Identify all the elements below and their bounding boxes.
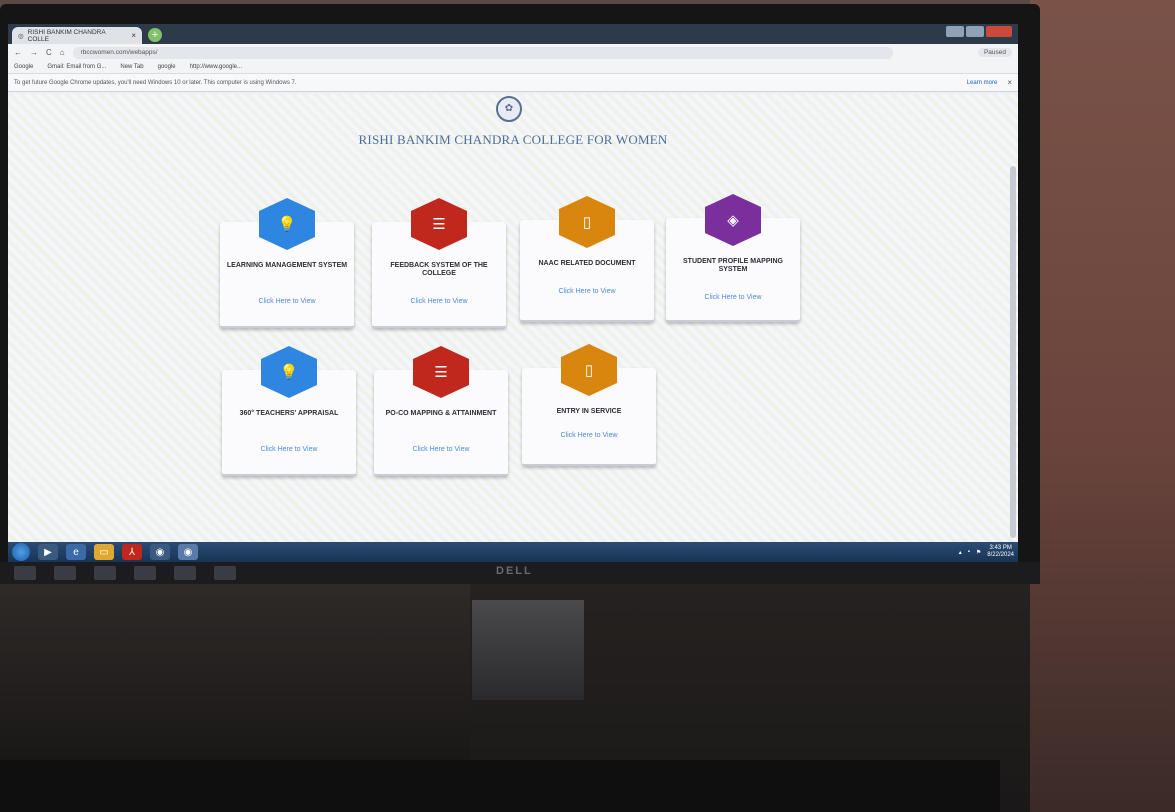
chrome-icon[interactable]: ◉ [150, 544, 170, 560]
chrome-active-icon[interactable]: ◉ [178, 544, 198, 560]
maximize-button[interactable] [966, 26, 984, 37]
sticker [94, 566, 116, 580]
view-link[interactable]: Click Here to View [522, 432, 656, 439]
network-icon[interactable]: ▪ [968, 549, 970, 555]
clock-date: 8/22/2024 [987, 552, 1014, 558]
card-naac-document[interactable]: ▯ NAAC RELATED DOCUMENT Click Here to Vi… [520, 196, 654, 322]
media-player-icon[interactable]: ▶ [38, 544, 58, 560]
card-title: NAAC RELATED DOCUMENT [538, 260, 636, 267]
view-link[interactable]: Click Here to View [520, 288, 654, 295]
address-bar: ← → C ⌂ rbccwomen.com/webapps/ Paused [8, 44, 1018, 61]
card-po-co-mapping[interactable]: ☰ PO-CO MAPPING & ATTAINMENT Click Here … [374, 346, 508, 476]
internet-explorer-icon[interactable]: e [66, 544, 86, 560]
layers-icon: ◈ [705, 194, 761, 246]
card-title: ENTRY IN SERVICE [556, 408, 622, 415]
new-tab-button[interactable]: + [148, 28, 162, 42]
page-title: RISHI BANKIM CHANDRA COLLEGE FOR WOMEN [358, 132, 668, 147]
tablet-icon: ▯ [561, 344, 617, 396]
card-title: 360° TEACHERS' APPRAISAL [239, 410, 339, 417]
monitor-stand [472, 600, 584, 700]
view-link[interactable]: Click Here to View [222, 446, 356, 453]
card-title: PO-CO MAPPING & ATTAINMENT [385, 410, 497, 417]
web-page: ✿ RISHI BANKIM CHANDRA COLLEGE FOR WOMEN… [8, 94, 1018, 542]
monitor: ◎ RISHI BANKIM CHANDRA COLLE × + ← → C ⌂… [0, 4, 1040, 584]
tablet-icon: ▯ [559, 196, 615, 248]
card-teachers-appraisal[interactable]: 💡 360° TEACHERS' APPRAISAL Click Here to… [222, 346, 356, 476]
tray-arrow-icon[interactable]: ▴ [959, 549, 962, 556]
bookmarks-bar: Google Gmail: Email from G... New Tab go… [8, 61, 1018, 74]
infobar-text: To get future Google Chrome updates, you… [14, 79, 297, 86]
database-icon: ☰ [413, 346, 469, 398]
scrollbar[interactable] [1010, 166, 1016, 538]
tab-bar: ◎ RISHI BANKIM CHANDRA COLLE × + [8, 24, 1018, 44]
clock-time: 3:43 PM [989, 545, 1012, 551]
sticker [54, 566, 76, 580]
browser-tab[interactable]: ◎ RISHI BANKIM CHANDRA COLLE × [12, 27, 142, 44]
clock[interactable]: 3:43 PM 8/22/2024 [987, 545, 1014, 559]
bookmark-item[interactable]: google [158, 64, 176, 70]
infobar-close-icon[interactable]: × [1007, 78, 1012, 87]
bookmark-item[interactable]: http://www.google... [190, 64, 242, 70]
bookmark-item[interactable]: Gmail: Email from G... [47, 64, 106, 70]
background-wall [1030, 0, 1175, 812]
card-feedback-system[interactable]: ☰ FEEDBACK SYSTEM OF THE COLLEGE Click H… [372, 198, 506, 328]
view-link[interactable]: Click Here to View [374, 446, 508, 453]
tab-title: RISHI BANKIM CHANDRA COLLE [27, 28, 106, 43]
college-logo: ✿ [496, 96, 522, 122]
sticker [134, 566, 156, 580]
card-title: FEEDBACK SYSTEM OF THE COLLEGE [390, 262, 488, 277]
window-controls [946, 26, 1012, 37]
view-link[interactable]: Click Here to View [220, 298, 354, 305]
home-icon[interactable]: ⌂ [60, 48, 65, 57]
bookmark-item[interactable]: New Tab [120, 64, 143, 70]
lightbulb-icon: 💡 [259, 198, 315, 250]
bookmark-item[interactable]: Google [14, 64, 33, 70]
monitor-stickers [14, 566, 236, 580]
flag-icon[interactable]: ⚑ [976, 549, 981, 556]
taskbar: ▶ e ▭ ⅄ ◉ ◉ ▴ ▪ ⚑ 3:43 PM 8/22/2024 [8, 542, 1018, 562]
card-entry-in-service[interactable]: ▯ ENTRY IN SERVICE Click Here to View [522, 344, 656, 466]
close-window-button[interactable] [986, 26, 1012, 37]
back-icon[interactable]: ← [14, 48, 22, 57]
keyboard [0, 760, 1000, 812]
card-student-profile[interactable]: ◈ STUDENT PROFILE MAPPING SYSTEM Click H… [666, 194, 800, 322]
sticker [214, 566, 236, 580]
profile-button[interactable]: Paused [977, 48, 1012, 57]
tab-favicon-icon: ◎ [18, 32, 24, 40]
minimize-button[interactable] [946, 26, 964, 37]
tab-close-icon[interactable]: × [131, 31, 136, 40]
card-title: STUDENT PROFILE MAPPING SYSTEM [683, 258, 783, 273]
screen: ◎ RISHI BANKIM CHANDRA COLLE × + ← → C ⌂… [8, 24, 1018, 562]
lightbulb-icon: 💡 [261, 346, 317, 398]
database-icon: ☰ [411, 198, 467, 250]
card-learning-management[interactable]: 💡 LEARNING MANAGEMENT SYSTEM Click Here … [220, 198, 354, 328]
start-button[interactable] [12, 543, 30, 561]
card-title: LEARNING MANAGEMENT SYSTEM [226, 262, 348, 269]
folder-icon[interactable]: ▭ [94, 544, 114, 560]
system-tray: ▴ ▪ ⚑ 3:43 PM 8/22/2024 [959, 545, 1018, 559]
sticker [174, 566, 196, 580]
monitor-brand-logo: DELL [496, 565, 533, 577]
sticker [14, 566, 36, 580]
update-infobar: To get future Google Chrome updates, you… [8, 74, 1018, 92]
forward-icon[interactable]: → [30, 48, 38, 57]
pdf-reader-icon[interactable]: ⅄ [122, 544, 142, 560]
reload-icon[interactable]: C [46, 48, 52, 57]
view-link[interactable]: Click Here to View [372, 298, 506, 305]
learn-more-link[interactable]: Learn more [967, 80, 998, 86]
url-field[interactable]: rbccwomen.com/webapps/ [72, 46, 893, 59]
view-link[interactable]: Click Here to View [666, 294, 800, 301]
